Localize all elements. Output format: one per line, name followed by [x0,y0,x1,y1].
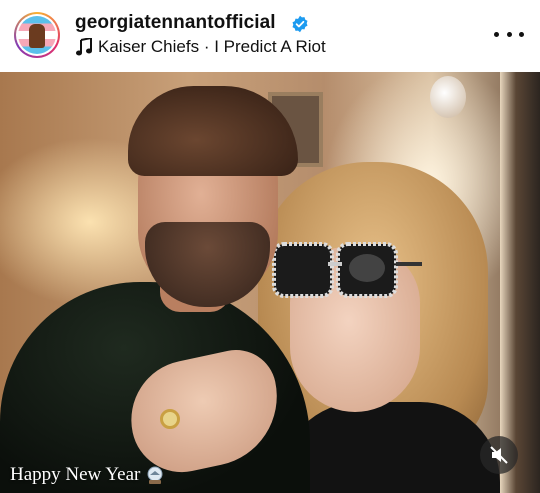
song-label[interactable]: Kaiser Chiefs · I Predict A Riot [98,37,326,57]
doorframe [500,72,540,493]
avatar-image [18,16,56,54]
sunglasses [272,242,422,298]
speaker-muted-icon[interactable] [480,436,518,474]
caption-text: Happy New Year [10,464,141,485]
snow-globe-icon [147,466,163,484]
verified-badge-icon [292,15,308,33]
ring [160,409,180,429]
post-photo[interactable]: Happy New Year [0,72,540,493]
post-header: georgiatennantofficial Kaiser Chiefs · I… [0,0,540,72]
photo-caption: Happy New Year [10,464,164,486]
music-note-icon [76,38,92,56]
more-options-icon[interactable] [494,22,524,46]
avatar[interactable] [14,12,60,58]
ceiling-lamp [430,76,466,118]
username[interactable]: georgiatennantofficial [75,12,276,34]
raised-fist-icon [29,24,45,48]
